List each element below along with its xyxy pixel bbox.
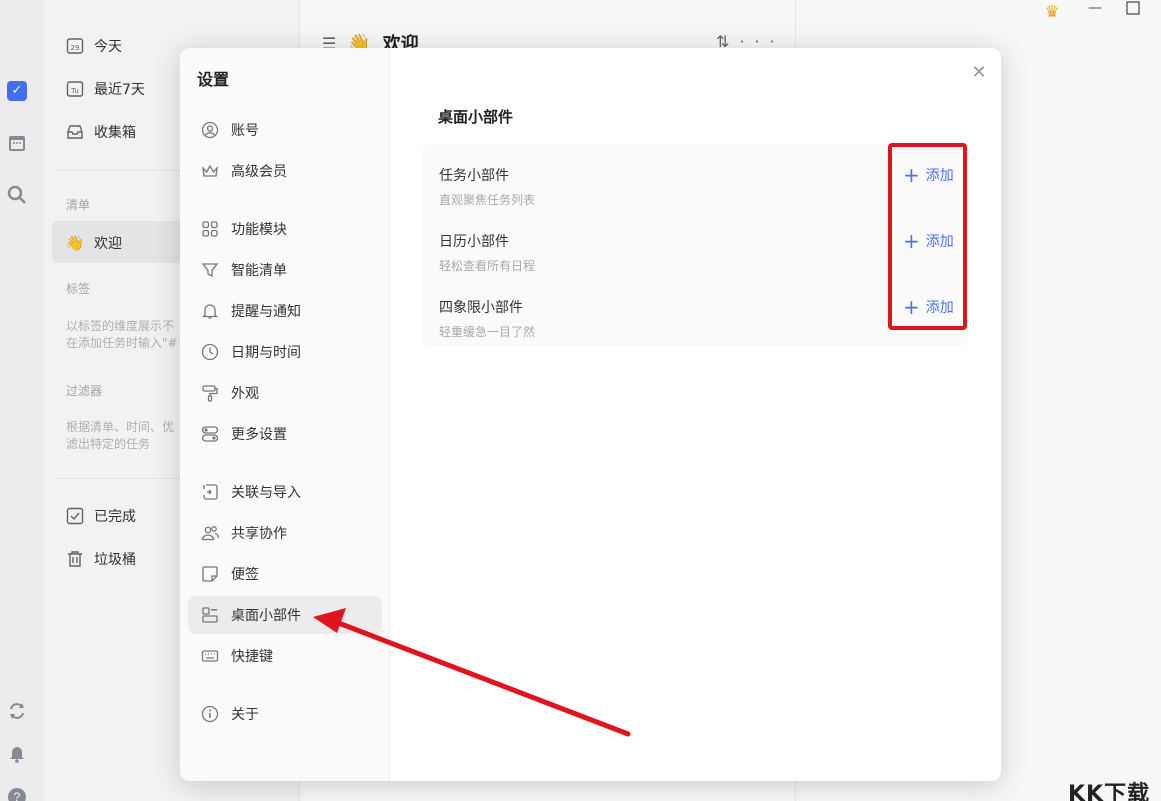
nav-item-label: 更多设置 <box>231 427 287 443</box>
nav-item-about[interactable]: 关于 <box>188 695 382 733</box>
list-item: 四象限小部件 轻重缓急一目了然 + 添加 <box>422 281 968 347</box>
list-item: 任务小部件 直观聚焦任务列表 + 添加 <box>422 149 968 215</box>
nav-item-label: 外观 <box>231 386 259 402</box>
widget-icon <box>201 606 219 624</box>
account-icon <box>201 121 219 139</box>
nav-item-label: 关联与导入 <box>231 485 301 501</box>
widget-description: 轻松查看所有日程 <box>439 259 536 273</box>
annotation-highlight-box <box>888 143 967 330</box>
nav-item-smart-lists[interactable]: 智能清单 <box>188 251 382 289</box>
settings-dialog: 设置 账号 高级会员 功能模块 智能清单 提醒与通知 日期与时间 外观 更多设置… <box>180 48 1001 781</box>
nav-item-label: 关于 <box>231 707 259 723</box>
dialog-title: 设置 <box>197 70 230 89</box>
paint-roller-icon <box>201 384 219 402</box>
info-icon <box>201 705 219 723</box>
nav-item-label: 日期与时间 <box>231 345 301 361</box>
widget-list: 任务小部件 直观聚焦任务列表 + 添加 日历小部件 轻松查看所有日程 + 添加 … <box>422 144 968 346</box>
nav-item-collaboration[interactable]: 共享协作 <box>188 514 382 552</box>
nav-item-modules[interactable]: 功能模块 <box>188 210 382 248</box>
keyboard-icon <box>201 647 219 665</box>
nav-item-label: 快捷键 <box>231 649 273 665</box>
nav-item-sticky-notes[interactable]: 便签 <box>188 555 382 593</box>
nav-item-account[interactable]: 账号 <box>188 111 382 149</box>
toggles-icon <box>201 425 219 443</box>
watermark-text: KK下载 <box>1068 782 1151 801</box>
nav-item-label: 提醒与通知 <box>231 304 301 320</box>
list-item: 日历小部件 轻松查看所有日程 + 添加 <box>422 215 968 281</box>
app-window: ✓ ? 29 今天 Tu 最近7天 收集箱 清单 👋 欢迎 标签 以标签的维度展… <box>0 0 1161 801</box>
widget-description: 直观聚焦任务列表 <box>439 193 536 207</box>
nav-item-appearance[interactable]: 外观 <box>188 374 382 412</box>
nav-item-more-settings[interactable]: 更多设置 <box>188 415 382 453</box>
users-icon <box>201 524 219 542</box>
widget-name: 四象限小部件 <box>439 300 523 316</box>
nav-item-label: 智能清单 <box>231 263 287 279</box>
widget-name: 任务小部件 <box>439 168 509 184</box>
nav-item-shortcuts[interactable]: 快捷键 <box>188 637 382 675</box>
nav-item-label: 高级会员 <box>231 164 287 180</box>
nav-item-label: 桌面小部件 <box>231 608 301 624</box>
modules-icon <box>201 220 219 238</box>
nav-item-label: 功能模块 <box>231 222 287 238</box>
nav-item-label: 账号 <box>231 123 259 139</box>
sticky-note-icon <box>201 565 219 583</box>
nav-item-premium[interactable]: 高级会员 <box>188 152 382 190</box>
nav-item-desktop-widgets[interactable]: 桌面小部件 <box>188 596 382 634</box>
filter-funnel-icon <box>201 261 219 279</box>
widget-description: 轻重缓急一目了然 <box>439 325 536 339</box>
nav-item-integrations[interactable]: 关联与导入 <box>188 473 382 511</box>
nav-item-label: 便签 <box>231 567 259 583</box>
bell-icon <box>201 302 219 320</box>
clock-icon <box>201 343 219 361</box>
section-title: 桌面小部件 <box>438 108 514 126</box>
import-icon <box>201 483 219 501</box>
settings-nav: 设置 账号 高级会员 功能模块 智能清单 提醒与通知 日期与时间 外观 更多设置… <box>180 48 390 781</box>
widget-name: 日历小部件 <box>439 234 509 250</box>
nav-item-label: 共享协作 <box>231 526 287 542</box>
premium-crown-icon <box>201 162 219 180</box>
nav-item-date-time[interactable]: 日期与时间 <box>188 333 382 371</box>
close-button[interactable]: ✕ <box>969 63 989 83</box>
nav-item-reminders[interactable]: 提醒与通知 <box>188 292 382 330</box>
